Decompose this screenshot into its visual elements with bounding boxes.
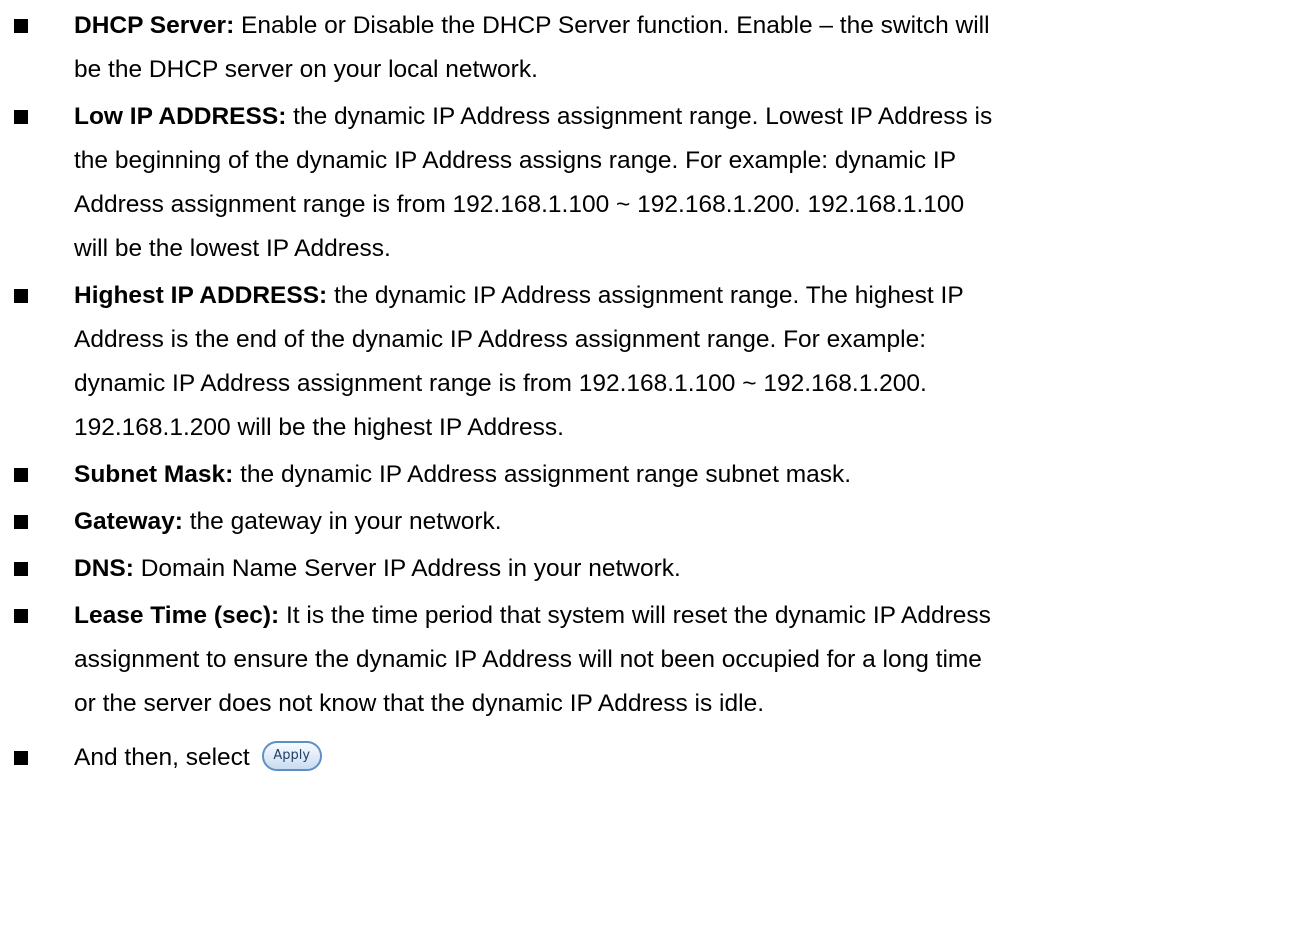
- square-bullet-icon: [14, 289, 28, 303]
- description-text: will be the lowest IP Address.: [74, 235, 391, 262]
- term-label: DHCP Server:: [74, 12, 235, 39]
- square-bullet-icon: [14, 562, 28, 576]
- list-item-gateway: Gateway: the gateway in your network.: [0, 500, 1290, 544]
- list-item-dns: DNS: Domain Name Server IP Address in yo…: [0, 547, 1290, 591]
- description-text: Address is the end of the dynamic IP Add…: [74, 326, 927, 353]
- square-bullet-icon: [14, 515, 28, 529]
- description-text: dynamic IP Address assignment range is f…: [74, 370, 927, 397]
- description-text: the dynamic IP Address assignment range …: [233, 461, 852, 488]
- description-text: 192.168.1.200 will be the highest IP Add…: [74, 414, 564, 441]
- square-bullet-icon: [14, 19, 28, 33]
- step-text: And then, select: [74, 744, 250, 771]
- term-label: Highest IP ADDRESS:: [74, 282, 328, 309]
- term-label: Subnet Mask:: [74, 461, 234, 488]
- square-bullet-icon: [14, 609, 28, 623]
- description-text: the dynamic IP Address assignment range.…: [327, 282, 964, 309]
- list-item-subnet-mask: Subnet Mask: the dynamic IP Address assi…: [0, 453, 1290, 497]
- description-text: assignment to ensure the dynamic IP Addr…: [74, 646, 982, 673]
- description-text: Enable or Disable the DHCP Server functi…: [234, 12, 990, 39]
- description-text: be the DHCP server on your local network…: [74, 56, 538, 83]
- term-label: Low IP ADDRESS:: [74, 103, 287, 130]
- description-text: It is the time period that system will r…: [279, 602, 991, 629]
- apply-button[interactable]: Apply: [261, 740, 322, 771]
- description-text: the dynamic IP Address assignment range.…: [286, 103, 993, 130]
- square-bullet-icon: [14, 468, 28, 482]
- square-bullet-icon: [14, 751, 28, 765]
- term-label: Lease Time (sec):: [74, 602, 280, 629]
- term-label: Gateway:: [74, 508, 183, 535]
- list-item-lease-time: Lease Time (sec): It is the time period …: [0, 594, 1290, 726]
- list-item-low-ip-address: Low IP ADDRESS: the dynamic IP Address a…: [0, 95, 1290, 271]
- term-label: DNS:: [74, 555, 134, 582]
- description-text: Address assignment range is from 192.168…: [74, 191, 965, 218]
- list-item-highest-ip-address: Highest IP ADDRESS: the dynamic IP Addre…: [0, 274, 1290, 450]
- description-text: Domain Name Server IP Address in your ne…: [133, 555, 681, 582]
- bullet-list: DHCP Server: Enable or Disable the DHCP …: [0, 0, 1290, 780]
- square-bullet-icon: [14, 110, 28, 124]
- description-text: or the server does not know that the dyn…: [74, 690, 764, 717]
- description-text: the gateway in your network.: [182, 508, 502, 535]
- list-item-dhcp-server: DHCP Server: Enable or Disable the DHCP …: [0, 4, 1290, 92]
- description-text: the beginning of the dynamic IP Address …: [74, 147, 957, 174]
- list-item-apply-step: And then, select Apply: [0, 736, 1290, 780]
